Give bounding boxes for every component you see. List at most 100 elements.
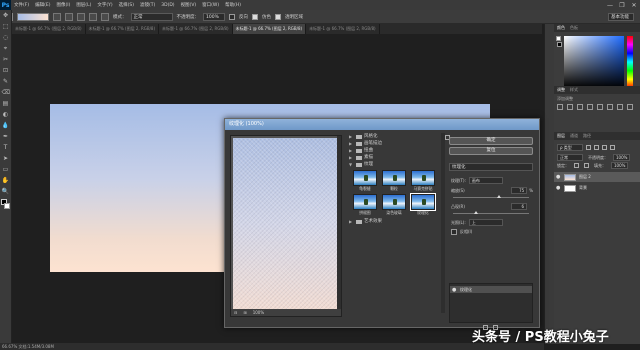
reverse-checkbox[interactable] xyxy=(229,13,235,20)
hue-slider[interactable] xyxy=(627,36,633,88)
lock-position-icon[interactable] xyxy=(584,163,589,168)
gallery-scrollbar[interactable] xyxy=(441,133,445,313)
visibility-eye-icon[interactable]: ● xyxy=(556,185,561,191)
angle-gradient-button[interactable] xyxy=(77,12,85,21)
scale-field[interactable]: 75 xyxy=(511,187,528,194)
filter-select[interactable]: 纹理化 xyxy=(449,163,533,171)
gradient-tool-icon[interactable]: ▤ xyxy=(2,100,10,108)
zoom-level[interactable]: 100% xyxy=(253,310,264,315)
diamond-gradient-button[interactable] xyxy=(101,12,109,21)
blend-mode-select[interactable]: 正常 xyxy=(557,154,583,161)
scale-slider-knob[interactable] xyxy=(496,195,501,198)
linear-gradient-button[interactable] xyxy=(53,12,61,21)
filter-thumb-patchwork[interactable]: 拼缀图 xyxy=(352,194,378,216)
tab-styles[interactable]: 样式 xyxy=(570,87,578,93)
category-brush-strokes[interactable]: ▶ 画笔描边 xyxy=(349,140,439,147)
radial-gradient-button[interactable] xyxy=(65,12,73,21)
shape-filter-icon[interactable] xyxy=(610,145,615,150)
menu-3d[interactable]: 3D(D) xyxy=(161,3,174,8)
vibrance-icon[interactable] xyxy=(597,104,603,110)
menu-file[interactable]: 文件(F) xyxy=(14,2,29,8)
crop-tool-icon[interactable]: ✂ xyxy=(2,56,10,64)
menu-layer[interactable]: 图层(L) xyxy=(76,2,91,8)
menu-view[interactable]: 视图(V) xyxy=(181,2,197,8)
tab-paths[interactable]: 路径 xyxy=(583,133,591,139)
menu-help[interactable]: 帮助(H) xyxy=(225,2,241,8)
dodge-tool-icon[interactable]: ◐ xyxy=(2,111,10,119)
preview-scrollbar[interactable] xyxy=(337,136,341,310)
restore-button[interactable]: ❐ xyxy=(616,2,628,9)
marquee-tool-icon[interactable]: ⬚ xyxy=(2,23,10,31)
tab-swatches[interactable]: 色板 xyxy=(570,25,578,31)
color-picker-field[interactable] xyxy=(564,36,624,88)
category-distort[interactable]: ▶ 扭曲 xyxy=(349,147,439,154)
minimize-button[interactable]: — xyxy=(604,2,616,9)
ok-button[interactable]: 确定 xyxy=(449,137,533,145)
levels-icon[interactable] xyxy=(567,104,573,110)
menu-window[interactable]: 窗口(W) xyxy=(202,2,219,8)
menu-image[interactable]: 图像(I) xyxy=(56,2,70,8)
filter-preview[interactable]: ⊟ ⊞ 100% xyxy=(230,135,342,317)
layer-row[interactable]: ● 图层 2 xyxy=(554,172,640,182)
filter-thumb-stained-glass[interactable]: 染色玻璃 xyxy=(381,194,407,216)
type-filter-icon[interactable] xyxy=(602,145,607,150)
mode-select[interactable]: 正常 xyxy=(130,12,173,21)
color-balance-icon[interactable] xyxy=(617,104,623,110)
black-white-icon[interactable] xyxy=(627,104,633,110)
tab-channels[interactable]: 通道 xyxy=(570,133,578,139)
layer-kind-filter[interactable]: ρ 类型 xyxy=(557,144,583,151)
workspace-select[interactable]: 基本功能 xyxy=(608,12,634,21)
transparency-checkbox[interactable] xyxy=(275,13,281,20)
effect-layer-item[interactable]: ● 纹理化 xyxy=(450,286,532,293)
category-stylize[interactable]: ▶ 风格化 xyxy=(349,133,439,140)
eraser-tool-icon[interactable]: ⌫ xyxy=(2,89,10,97)
filter-thumb-craquelure[interactable]: 龟裂缝 xyxy=(352,170,378,192)
layer-opacity-field[interactable]: 100% xyxy=(613,154,631,161)
gradient-preset-swatch[interactable] xyxy=(17,12,49,21)
pixel-filter-icon[interactable] xyxy=(586,145,591,150)
relief-slider-knob[interactable] xyxy=(473,211,478,214)
tab-layers[interactable]: 图层 xyxy=(557,133,565,139)
color-swatches[interactable] xyxy=(1,199,10,209)
category-texture[interactable]: ▼ 纹理 xyxy=(349,161,439,168)
visibility-eye-icon[interactable]: ● xyxy=(556,174,561,180)
brightness-icon[interactable] xyxy=(557,104,563,110)
move-tool-icon[interactable]: ✥ xyxy=(2,12,10,20)
relief-slider[interactable] xyxy=(453,211,529,214)
document-tab-active[interactable]: 未标题-1 @ 66.7% (图层 2, RGB/8) xyxy=(232,24,307,34)
menu-edit[interactable]: 编辑(E) xyxy=(35,2,50,8)
quick-select-tool-icon[interactable]: ⌖ xyxy=(2,45,10,53)
layer-row[interactable]: ● 背景 xyxy=(554,183,640,193)
dither-checkbox[interactable] xyxy=(252,13,258,20)
zoom-in-icon[interactable]: ⊞ xyxy=(243,310,246,315)
effect-visibility-eye-icon[interactable]: ● xyxy=(452,287,457,293)
document-tab[interactable]: 未标题-1 @ 66.7% (图层 2, RGB/8) xyxy=(159,24,233,34)
document-tab[interactable]: 未标题-1 @ 66.7% (图层 2, RGB/8) xyxy=(306,24,380,34)
eyedropper-tool-icon[interactable]: ⊡ xyxy=(2,67,10,75)
path-select-tool-icon[interactable]: ➤ xyxy=(2,155,10,163)
relief-field[interactable]: 6 xyxy=(511,203,527,210)
background-color-swatch[interactable] xyxy=(4,203,10,209)
hand-tool-icon[interactable]: ✋ xyxy=(2,177,10,185)
document-tab[interactable]: 未标题-1 @ 66.7% (图层 2, RGB/8) xyxy=(86,24,160,34)
adjustment-filter-icon[interactable] xyxy=(594,145,599,150)
filter-thumb-texturizer[interactable]: 纹理化 xyxy=(410,193,436,216)
reflected-gradient-button[interactable] xyxy=(89,12,97,21)
close-button[interactable]: ✕ xyxy=(628,2,640,9)
fill-field[interactable]: 100% xyxy=(611,162,629,169)
texture-select[interactable]: 画布 xyxy=(468,177,503,184)
menu-type[interactable]: 文字(Y) xyxy=(97,2,112,8)
blur-tool-icon[interactable]: 💧 xyxy=(2,122,10,130)
category-artistic[interactable]: ▶ 艺术效果 xyxy=(349,218,439,225)
exposure-icon[interactable] xyxy=(587,104,593,110)
light-select[interactable]: 上 xyxy=(468,219,503,226)
lock-pixels-icon[interactable] xyxy=(574,163,579,168)
reset-button[interactable]: 复位 xyxy=(449,147,533,155)
opacity-field[interactable]: 100% xyxy=(203,12,225,21)
filter-thumb-mosaic-tiles[interactable]: 马赛克拼贴 xyxy=(410,170,436,192)
hue-saturation-icon[interactable] xyxy=(607,104,613,110)
zoom-tool-icon[interactable]: 🔍 xyxy=(2,188,10,196)
brush-tool-icon[interactable]: ✎ xyxy=(2,78,10,86)
panel-background-swatch[interactable] xyxy=(557,42,562,47)
tab-adjustments[interactable]: 调整 xyxy=(557,87,565,93)
